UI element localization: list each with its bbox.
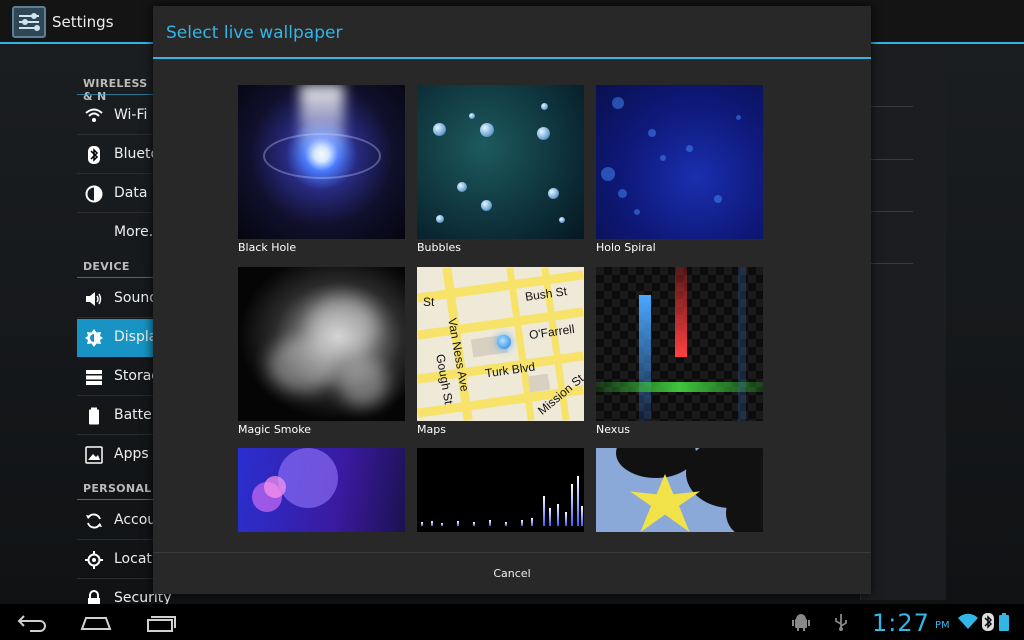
battery-status-icon bbox=[999, 613, 1009, 631]
settings-list: WIRELESS & N Wi-Fi Blueto Data u More...… bbox=[0, 46, 172, 604]
location-icon bbox=[85, 551, 103, 569]
header-divider bbox=[77, 277, 160, 278]
back-button[interactable] bbox=[0, 604, 64, 640]
storage-icon bbox=[86, 370, 102, 385]
wallpaper-black-hole[interactable]: Black Hole bbox=[238, 85, 406, 254]
wallpaper-thumbnail bbox=[238, 85, 405, 239]
wallpaper-thumbnail bbox=[238, 448, 405, 532]
wallpaper-thumbnail bbox=[596, 267, 763, 421]
wallpaper-label: Bubbles bbox=[417, 241, 462, 254]
wallpaper-thumbnail bbox=[417, 448, 584, 532]
app-title: Settings bbox=[52, 13, 114, 31]
android-debug-icon bbox=[792, 614, 810, 631]
wallpaper-holo-spiral[interactable]: Holo Spiral bbox=[596, 85, 764, 254]
wallpaper-bokeh[interactable] bbox=[238, 448, 406, 534]
wallpaper-thumbnail bbox=[417, 85, 584, 239]
wallpaper-thumbnail bbox=[596, 448, 763, 532]
settings-item-label: Sound bbox=[114, 290, 159, 306]
settings-item-label: Accou bbox=[114, 512, 157, 528]
brightness-icon bbox=[85, 329, 103, 347]
dialog-title-divider bbox=[153, 57, 871, 59]
settings-app-icon[interactable] bbox=[12, 6, 46, 38]
settings-item-label: Apps bbox=[114, 446, 149, 462]
section-header-personal: PERSONAL bbox=[83, 482, 152, 495]
back-icon bbox=[17, 615, 46, 632]
cancel-button[interactable]: Cancel bbox=[153, 553, 871, 594]
wallpaper-label: Holo Spiral bbox=[596, 241, 656, 254]
settings-item-label: Locati bbox=[114, 551, 156, 567]
bluetooth-icon bbox=[88, 146, 100, 164]
wifi-signal-icon bbox=[958, 613, 978, 629]
wallpaper-label: Black Hole bbox=[238, 241, 297, 254]
battery-icon bbox=[89, 407, 99, 425]
wallpaper-maps[interactable]: St Van Ness Ave Bush St O'Farrell Gough … bbox=[417, 267, 585, 436]
settings-item-label: Displa bbox=[114, 329, 158, 345]
wallpaper-bubbles[interactable]: Bubbles bbox=[417, 85, 585, 254]
settings-item-label: Wi-Fi bbox=[114, 107, 148, 123]
wallpaper-thumbnail: St Van Ness Ave Bush St O'Farrell Gough … bbox=[417, 267, 584, 421]
map-street-label: Bush St bbox=[524, 284, 568, 304]
wallpaper-label: Magic Smoke bbox=[238, 423, 311, 436]
usb-icon bbox=[835, 614, 847, 631]
wallpaper-music-visualizer[interactable] bbox=[417, 448, 585, 534]
lock-icon bbox=[88, 590, 100, 604]
dialog-title: Select live wallpaper bbox=[166, 23, 343, 43]
wallpaper-thumbnail bbox=[238, 267, 405, 421]
wallpaper-nexus[interactable]: Nexus bbox=[596, 267, 764, 436]
bluetooth-status-icon bbox=[982, 613, 994, 631]
status-clock: 1:27 bbox=[872, 609, 930, 637]
map-location-pin bbox=[497, 335, 511, 349]
recent-apps-icon bbox=[147, 616, 176, 632]
wallpaper-leaf[interactable] bbox=[596, 448, 764, 534]
wallpaper-magic-smoke[interactable]: Magic Smoke bbox=[238, 267, 406, 436]
settings-item-label: Batter bbox=[114, 407, 158, 423]
map-street-label: O'Farrell bbox=[528, 321, 576, 343]
wallpaper-label: Nexus bbox=[596, 423, 631, 436]
wallpaper-thumbnail bbox=[596, 85, 763, 239]
section-header-device: DEVICE bbox=[83, 260, 130, 273]
system-bar: 1:27 PM bbox=[0, 604, 1024, 640]
home-icon bbox=[80, 617, 112, 630]
header-divider bbox=[77, 94, 160, 95]
recent-apps-button[interactable] bbox=[128, 604, 192, 640]
apps-icon bbox=[85, 446, 103, 464]
status-ampm: PM bbox=[935, 620, 950, 631]
live-wallpaper-dialog: Select live wallpaper Black Hole Bubbles bbox=[153, 6, 871, 594]
detail-pane bbox=[860, 48, 946, 600]
header-divider bbox=[77, 499, 160, 500]
wifi-icon bbox=[85, 108, 103, 122]
wallpaper-label: Maps bbox=[417, 423, 446, 436]
map-street-label: St bbox=[423, 295, 435, 309]
speaker-icon bbox=[86, 292, 102, 306]
home-button[interactable] bbox=[64, 604, 128, 640]
sync-icon bbox=[86, 513, 102, 529]
data-usage-icon bbox=[85, 185, 103, 203]
